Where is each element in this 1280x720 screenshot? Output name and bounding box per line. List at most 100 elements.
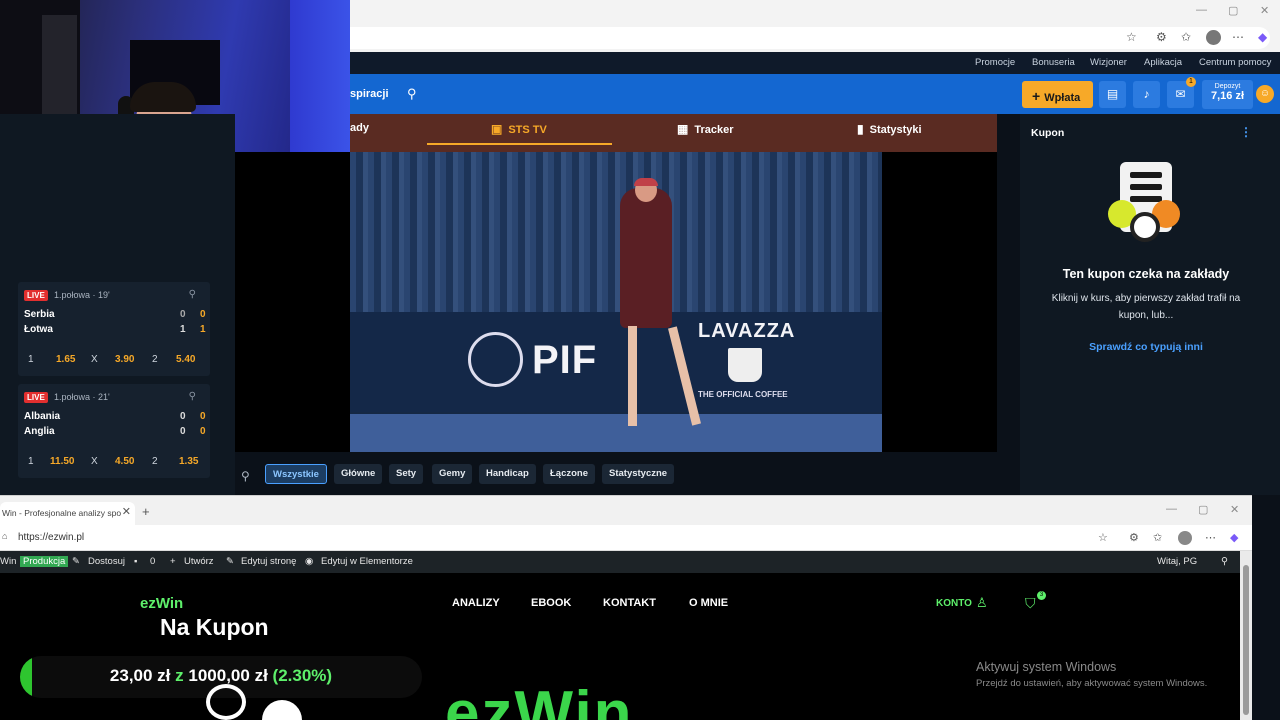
live-matches-panel: LIVE 1.połowa · 19' ⚲ Serbia Łotwa 0 0 1…	[0, 114, 235, 495]
admin-edit-page[interactable]: Edytuj stronę	[241, 556, 296, 567]
odd-draw[interactable]: 4.50	[115, 456, 134, 467]
pencil-icon: ✎	[226, 556, 234, 567]
nav-bonuseria[interactable]: Bonuseria	[1032, 57, 1075, 68]
score: 1	[180, 324, 186, 335]
check-others-link[interactable]: Sprawdź co typują inni	[1020, 341, 1272, 353]
minimize-icon[interactable]: —	[1196, 4, 1207, 16]
bet-slip-title: Kupon	[1031, 127, 1065, 139]
admin-create[interactable]: Utwórz	[184, 556, 214, 567]
tab-tracker[interactable]: ▦ Tracker	[677, 122, 734, 136]
match-card[interactable]: LIVE 1.połowa · 19' ⚲ Serbia Łotwa 0 0 1…	[18, 282, 210, 376]
filter-gemy[interactable]: Gemy	[432, 464, 473, 484]
bottom-address-bar[interactable]: ⌂ https://ezwin.pl ☆ ⚙ ✩ ⋯ ◆	[0, 525, 1252, 551]
admin-edit-elementor[interactable]: Edytuj w Elementorze	[321, 556, 413, 567]
star-icon[interactable]: ☆	[1098, 531, 1108, 544]
nav-analizy[interactable]: ANALIZY	[452, 597, 500, 609]
team-away: Anglia	[24, 426, 55, 437]
restore-icon[interactable]: ▢	[1198, 503, 1208, 516]
tab-zaklady[interactable]: ady	[350, 122, 369, 134]
goal-percent: (2.30%)	[272, 666, 333, 685]
match-period: 1.połowa · 19'	[54, 290, 110, 300]
minimize-icon[interactable]: —	[1166, 503, 1177, 515]
nav-kontakt[interactable]: KONTAKT	[603, 597, 656, 609]
odd-label: 2	[152, 354, 158, 365]
browser-tab[interactable]: Win - Profesjonalne analizy spo ✕	[0, 502, 135, 526]
pin-icon[interactable]: ⚲	[189, 391, 196, 402]
tab-close-icon[interactable]: ✕	[122, 505, 131, 518]
sponsor-lavazza: LAVAZZA	[698, 320, 796, 342]
copilot-icon[interactable]: ◆	[1258, 30, 1267, 44]
admin-customize[interactable]: Dostosuj	[88, 556, 125, 567]
odd-away[interactable]: 1.35	[179, 456, 198, 467]
deposit-button[interactable]: + Wpłata	[1022, 81, 1093, 108]
odd-label: 2	[152, 456, 158, 467]
odd-away[interactable]: 5.40	[176, 354, 195, 365]
admin-comments-count[interactable]: 0	[150, 556, 155, 567]
admin-search-icon[interactable]: ⚲	[1221, 556, 1228, 567]
filter-sety[interactable]: Sety	[389, 464, 424, 484]
nav-o-mnie[interactable]: O MNIE	[689, 597, 728, 609]
extensions-icon[interactable]: ⚙	[1129, 531, 1139, 544]
tab-statystyki-label: Statystyki	[869, 124, 922, 136]
more-icon[interactable]: ⋯	[1205, 531, 1216, 544]
filter-laczone[interactable]: Łączone	[543, 464, 596, 484]
account-icon[interactable]: ☺	[1256, 85, 1274, 103]
ezwin-logo[interactable]: ezWin	[140, 595, 183, 612]
tab-statystyki[interactable]: ▮ Statystyki	[857, 122, 922, 136]
close-icon[interactable]: ✕	[1230, 503, 1239, 516]
goal-progress-text: 23,00 zł z 1000,00 zł (2.30%)	[20, 666, 422, 686]
market-search-icon[interactable]: ⚲	[241, 469, 250, 483]
nav-ebook[interactable]: EBOOK	[531, 597, 571, 609]
favorites-icon[interactable]: ✩	[1181, 30, 1191, 44]
live-badge: LIVE	[24, 290, 48, 301]
copilot-icon[interactable]: ◆	[1230, 531, 1238, 544]
filter-glowne[interactable]: Główne	[334, 464, 383, 484]
odd-home[interactable]: 1.65	[56, 354, 75, 365]
kebab-menu-icon[interactable]: ⋮	[1240, 125, 1252, 139]
new-tab-icon[interactable]: +	[142, 504, 150, 519]
close-icon[interactable]: ✕	[1260, 4, 1269, 17]
admin-site-name[interactable]: Win	[0, 556, 16, 567]
team-home: Albania	[24, 411, 61, 422]
more-icon[interactable]: ⋯	[1232, 30, 1244, 44]
scrollbar[interactable]	[1240, 551, 1252, 720]
bell-icon[interactable]: ♪	[1133, 81, 1160, 108]
stream-tabs: ady ▣ STS TV ▦ Tracker ▮ Statystyki	[350, 114, 997, 152]
account-link[interactable]: KONTO	[936, 598, 972, 609]
admin-greeting[interactable]: Witaj, PG	[1157, 556, 1197, 567]
balance-button[interactable]: Depozyt 7,16 zł	[1202, 80, 1253, 109]
url-text[interactable]: https://ezwin.pl	[18, 532, 84, 543]
tennis-video-player[interactable]: PIF LAVAZZA THE OFFICIAL COFFEE	[350, 152, 882, 452]
live-badge: LIVE	[24, 392, 48, 403]
star-icon[interactable]: ☆	[1126, 30, 1137, 44]
filter-statystyczne[interactable]: Statystyczne	[602, 464, 675, 484]
nav-promocje[interactable]: Promocje	[975, 57, 1015, 68]
user-icon[interactable]: ♙	[976, 595, 988, 611]
odd-home[interactable]: 11.50	[50, 456, 74, 467]
profile-avatar[interactable]	[1206, 30, 1221, 45]
nav-inspiracje[interactable]: spiracji	[350, 88, 389, 100]
bet-slip-panel: Kupon ⋮ Ten kupon czeka na zakłady Klikn…	[1020, 114, 1280, 495]
tennis-racket-icon	[206, 684, 246, 720]
nav-centrum-pomocy[interactable]: Centrum pomocy	[1199, 57, 1271, 68]
pin-icon[interactable]: ⚲	[189, 289, 196, 300]
restore-icon[interactable]: ▢	[1228, 4, 1238, 17]
cart-icon[interactable]: ⛉	[1025, 595, 1036, 612]
match-card[interactable]: LIVE 1.połowa · 21' ⚲ Albania Anglia 0 0…	[18, 384, 210, 478]
coffee-cup-icon	[728, 348, 762, 382]
coupons-icon[interactable]: ▤	[1099, 81, 1126, 108]
profile-avatar[interactable]	[1178, 531, 1192, 545]
match-period: 1.połowa · 21'	[54, 392, 110, 402]
deposit-label: Depozyt	[1214, 83, 1241, 90]
favorites-icon[interactable]: ✩	[1153, 531, 1162, 544]
score: 0	[180, 309, 186, 320]
score: 0	[200, 411, 206, 422]
nav-wizjoner[interactable]: Wizjoner	[1090, 57, 1127, 68]
odd-draw[interactable]: 3.90	[115, 354, 134, 365]
search-icon[interactable]: ⚲	[407, 86, 417, 102]
filter-handicap[interactable]: Handicap	[479, 464, 536, 484]
nav-aplikacja[interactable]: Aplikacja	[1144, 57, 1182, 68]
filter-wszystkie[interactable]: Wszystkie	[265, 464, 327, 484]
tab-sts-tv[interactable]: ▣ STS TV	[491, 122, 547, 136]
extensions-icon[interactable]: ⚙	[1156, 30, 1167, 44]
